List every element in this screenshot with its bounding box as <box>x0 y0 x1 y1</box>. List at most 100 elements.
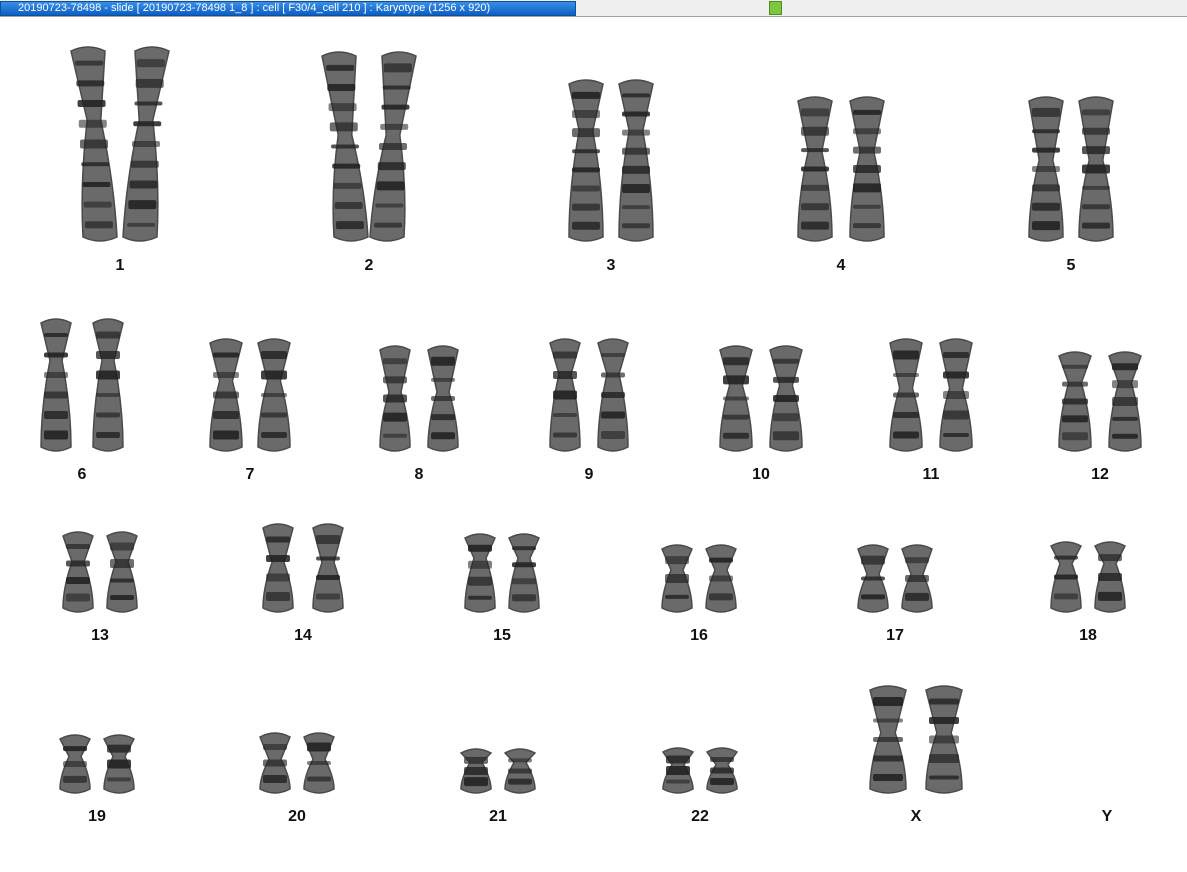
chromosome-18-a[interactable] <box>1049 541 1083 613</box>
chromosome-1-a[interactable] <box>70 46 118 242</box>
chromosome-band <box>334 202 363 209</box>
chromosome-pair-14[interactable] <box>248 517 358 619</box>
chromosome-pair-15[interactable] <box>450 527 554 619</box>
chromosome-20-b[interactable] <box>303 732 335 794</box>
chromosome-band <box>135 78 164 88</box>
chromosome-pair-9[interactable] <box>535 332 643 458</box>
chromosome-band <box>893 373 919 377</box>
chromosome-11-a[interactable] <box>889 338 923 452</box>
chromosome-band <box>332 163 361 169</box>
chromosome-pair-22[interactable] <box>648 741 752 800</box>
chromosome-9-b[interactable] <box>597 338 629 452</box>
chromosome-pair-5[interactable] <box>1014 90 1128 248</box>
chromosome-band <box>261 351 287 359</box>
chromosome-band <box>512 562 536 568</box>
chromosome-x-a[interactable] <box>869 685 907 794</box>
chromosome-x-b[interactable] <box>925 685 963 794</box>
chromosome-band <box>723 396 749 401</box>
chromosome-band <box>1082 204 1110 210</box>
chromosome-band <box>44 430 68 440</box>
chromosome-7-a[interactable] <box>209 338 243 452</box>
chromosome-4-a[interactable] <box>797 96 833 242</box>
chromosome-pair-12[interactable] <box>1044 345 1156 458</box>
chromosome-21-a[interactable] <box>459 748 493 794</box>
chromosome-12-b[interactable] <box>1108 351 1142 452</box>
chromosome-band <box>75 60 104 66</box>
chromosome-2-a[interactable] <box>321 51 369 242</box>
chromosome-pair-17[interactable] <box>843 538 947 619</box>
chromosome-pair-1[interactable] <box>62 40 178 248</box>
chromosome-pair-18[interactable] <box>1036 535 1140 619</box>
chromosome-9-a[interactable] <box>549 338 581 452</box>
chromosome-pair-10[interactable] <box>705 339 817 458</box>
chromosome-band <box>66 577 90 584</box>
chromosome-8-b[interactable] <box>427 345 459 452</box>
chromosome-17-a[interactable] <box>857 544 889 613</box>
chromosome-13-b[interactable] <box>106 531 138 613</box>
chromosome-pair-7[interactable] <box>195 332 305 458</box>
chromosome-3-b[interactable] <box>618 79 654 242</box>
chromosome-band <box>1062 398 1088 405</box>
chromosome-16-b[interactable] <box>705 544 737 613</box>
chromosome-band <box>893 412 919 418</box>
chromosome-6-b[interactable] <box>92 318 124 452</box>
chromosome-pair-6[interactable] <box>26 312 138 458</box>
chromosome-13-a[interactable] <box>62 531 94 613</box>
chromosome-10-b[interactable] <box>769 345 803 452</box>
chromosome-pair-21[interactable] <box>446 742 550 800</box>
chromosome-5-a[interactable] <box>1028 96 1064 242</box>
chromosome-17-b[interactable] <box>901 544 933 613</box>
chromosome-11-b[interactable] <box>939 338 973 452</box>
chromosome-8-a[interactable] <box>379 345 411 452</box>
chromosome-pair-13[interactable] <box>48 525 152 619</box>
chromosome-14-b[interactable] <box>312 523 344 613</box>
chromosome-19-b[interactable] <box>102 734 136 794</box>
chromosome-pair-16[interactable] <box>647 538 751 619</box>
chromosome-12-a[interactable] <box>1058 351 1092 452</box>
chromosome-pair-3[interactable] <box>554 73 668 248</box>
chromosome-band <box>1082 146 1110 155</box>
chromosome-band <box>572 109 600 118</box>
chromosome-band <box>379 143 407 150</box>
chromosome-band <box>44 333 68 337</box>
chromosome-18-b[interactable] <box>1093 541 1127 613</box>
chromosome-6-a[interactable] <box>40 318 72 452</box>
chromosome-22-a[interactable] <box>661 747 695 794</box>
chromosome-band <box>572 167 600 173</box>
chromosome-label-14: 14 <box>294 627 312 644</box>
chromosome-5-b[interactable] <box>1078 96 1114 242</box>
chromosome-pair-x[interactable] <box>855 679 977 800</box>
chromosome-2-b[interactable] <box>369 51 417 242</box>
chromosome-band <box>431 377 455 382</box>
chromosome-15-b[interactable] <box>508 533 540 613</box>
chromosome-band <box>468 560 492 569</box>
chromosome-band <box>622 129 650 136</box>
chromosome-4-b[interactable] <box>849 96 885 242</box>
chromosome-band <box>377 162 406 171</box>
chromosome-pair-20[interactable] <box>245 726 349 800</box>
chromosome-band <box>773 358 799 364</box>
chromosome-10-a[interactable] <box>719 345 753 452</box>
chromosome-band <box>572 221 600 230</box>
chromosome-pair-11[interactable] <box>875 332 987 458</box>
chromosome-pair-8[interactable] <box>365 339 473 458</box>
chromosome-band <box>709 557 733 563</box>
chromosome-3-a[interactable] <box>568 79 604 242</box>
chromosome-16-a[interactable] <box>661 544 693 613</box>
chromosome-band <box>773 376 799 383</box>
chromosome-22-b[interactable] <box>705 747 739 794</box>
chromosome-pair-4[interactable] <box>783 90 899 248</box>
window-title-tab[interactable]: 20190723-78498 - slide [ 20190723-78498 … <box>0 1 576 16</box>
chromosome-14-a[interactable] <box>262 523 294 613</box>
chromosome-21-b[interactable] <box>503 748 537 794</box>
chromosome-1-b[interactable] <box>122 46 170 242</box>
chromosome-pair-19[interactable] <box>45 728 149 800</box>
chromosome-band <box>905 592 929 601</box>
chromosome-20-a[interactable] <box>259 732 291 794</box>
chromosome-pair-2[interactable] <box>313 45 425 248</box>
chromosome-15-a[interactable] <box>464 533 496 613</box>
chromosome-7-b[interactable] <box>257 338 291 452</box>
chromosome-band <box>943 410 969 420</box>
chromosome-band <box>63 746 87 752</box>
chromosome-19-a[interactable] <box>58 734 92 794</box>
